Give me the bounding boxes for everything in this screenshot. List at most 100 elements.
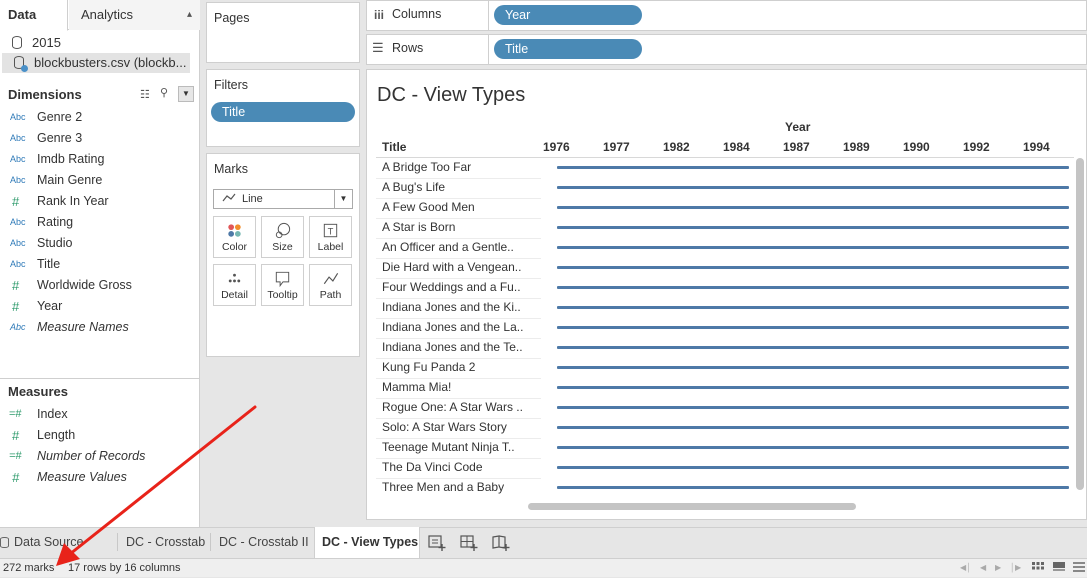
line-mark[interactable]	[557, 346, 1069, 349]
row-header-title[interactable]: The Da Vinci Code	[382, 460, 542, 474]
mark-type-dropdown[interactable]: Line ▼	[213, 189, 353, 209]
dimension-field[interactable]: # Rank In Year	[0, 191, 198, 212]
columns-shelf[interactable]	[366, 0, 1087, 31]
line-mark[interactable]	[557, 366, 1069, 369]
row-header-title[interactable]: Indiana Jones and the La..	[382, 320, 542, 334]
pages-card[interactable]: Pages	[206, 2, 360, 63]
first-page-icon[interactable]: ◀│	[960, 563, 971, 572]
tooltip-icon	[275, 271, 290, 288]
numeric-type-icon: #	[12, 428, 20, 443]
marks-color-button[interactable]: Color	[213, 216, 256, 258]
horizontal-scrollbar[interactable]	[528, 503, 856, 510]
divider	[376, 278, 541, 279]
line-mark[interactable]	[557, 166, 1069, 169]
prev-page-icon[interactable]: ◀	[980, 563, 986, 572]
row-header-title[interactable]: Die Hard with a Vengean..	[382, 260, 542, 274]
line-mark[interactable]	[557, 246, 1069, 249]
line-mark[interactable]	[557, 466, 1069, 469]
search-icon[interactable]: ⚲	[160, 86, 168, 99]
row-header-title[interactable]: A Few Good Men	[382, 200, 542, 214]
rows-pill-title[interactable]: Title	[494, 39, 642, 59]
tab-data-source[interactable]: Data Source	[0, 527, 115, 558]
dimension-field[interactable]: Abc Studio	[0, 233, 198, 254]
tab-dc-crosstab-ii[interactable]: DC - Crosstab II	[219, 527, 309, 558]
vertical-scrollbar[interactable]	[1076, 158, 1084, 490]
marks-label-label: Label	[317, 241, 344, 253]
year-column-header: 1987	[783, 140, 810, 154]
tab-analytics[interactable]: Analytics ▴	[69, 0, 200, 30]
field-label: Studio	[37, 236, 73, 250]
measure-field[interactable]: =# Index	[0, 404, 198, 425]
line-mark-icon	[222, 193, 236, 202]
new-story-icon[interactable]	[492, 534, 510, 552]
filmstrip-view-icon[interactable]	[1053, 562, 1065, 572]
line-mark[interactable]	[557, 446, 1069, 449]
row-header-title[interactable]: Mamma Mia!	[382, 380, 542, 394]
row-header-title[interactable]: A Star is Born	[382, 220, 542, 234]
dimension-field[interactable]: Abc Title	[0, 254, 198, 275]
row-header-title[interactable]: Kung Fu Panda 2	[382, 360, 542, 374]
dimension-field[interactable]: Abc Genre 3	[0, 128, 198, 149]
field-label: Main Genre	[37, 173, 103, 187]
marks-size-button[interactable]: Size	[261, 216, 304, 258]
line-mark[interactable]	[557, 406, 1069, 409]
line-mark[interactable]	[557, 186, 1069, 189]
menu-dropdown-icon[interactable]: ▼	[178, 86, 194, 102]
dimension-field[interactable]: Abc Measure Names	[0, 317, 198, 338]
line-mark[interactable]	[557, 226, 1069, 229]
row-header-title[interactable]: Indiana Jones and the Te..	[382, 340, 542, 354]
line-mark[interactable]	[557, 326, 1069, 329]
datasource-2015[interactable]: 2015	[0, 33, 188, 53]
field-label: Year	[37, 299, 63, 313]
grid-view-icon[interactable]	[1032, 562, 1044, 572]
measure-field[interactable]: # Length	[0, 425, 198, 446]
new-worksheet-icon[interactable]	[428, 534, 446, 552]
line-mark[interactable]	[557, 266, 1069, 269]
tab-dc-view-types[interactable]: DC - View Types	[314, 527, 420, 558]
list-view-icon[interactable]: ☷	[140, 88, 150, 101]
row-header-title[interactable]: Four Weddings and a Fu..	[382, 280, 542, 294]
line-mark[interactable]	[557, 386, 1069, 389]
pane-tabs: Data Analytics ▴	[0, 0, 200, 31]
row-header-title[interactable]: Teenage Mutant Ninja T..	[382, 440, 542, 454]
datasource-blockbusters[interactable]: blockbusters.csv (blockb...	[2, 53, 190, 73]
divider	[488, 34, 489, 65]
row-header-title[interactable]: A Bug's Life	[382, 180, 542, 194]
last-page-icon[interactable]: │▶	[1010, 563, 1021, 572]
new-dashboard-icon[interactable]	[460, 534, 478, 552]
marks-detail-button[interactable]: Detail	[213, 264, 256, 306]
divider	[376, 238, 541, 239]
dimension-field[interactable]: Abc Genre 2	[0, 107, 198, 128]
measure-field[interactable]: # Measure Values	[0, 467, 198, 488]
rows-shelf[interactable]	[366, 34, 1087, 65]
row-header-title[interactable]: Three Men and a Baby	[382, 480, 542, 494]
dimension-field[interactable]: Abc Main Genre	[0, 170, 198, 191]
columns-pill-year[interactable]: Year	[494, 5, 642, 25]
dimension-field[interactable]: # Year	[0, 296, 198, 317]
row-header-title[interactable]: Rogue One: A Star Wars ..	[382, 400, 542, 414]
filter-pill-title[interactable]: Title	[211, 102, 355, 122]
dimension-field[interactable]: Abc Rating	[0, 212, 198, 233]
dimension-field[interactable]: # Worldwide Gross	[0, 275, 198, 296]
line-mark[interactable]	[557, 426, 1069, 429]
row-header-title[interactable]: Indiana Jones and the Ki..	[382, 300, 542, 314]
marks-path-button[interactable]: Path	[309, 264, 352, 306]
status-dimensions: 17 rows by 16 columns	[68, 562, 181, 574]
line-mark[interactable]	[557, 306, 1069, 309]
line-mark[interactable]	[557, 486, 1069, 489]
tab-dc-crosstab[interactable]: DC - Crosstab	[126, 527, 205, 558]
marks-label-button[interactable]: T Label	[309, 216, 352, 258]
line-mark[interactable]	[557, 286, 1069, 289]
row-header-title[interactable]: An Officer and a Gentle..	[382, 240, 542, 254]
dimension-field[interactable]: Abc Imdb Rating	[0, 149, 198, 170]
filters-title: Filters	[214, 78, 249, 92]
list-view-icon[interactable]	[1073, 562, 1085, 572]
row-header-title[interactable]: A Bridge Too Far	[382, 160, 542, 174]
row-header-title[interactable]: Solo: A Star Wars Story	[382, 420, 542, 434]
measure-field[interactable]: =# Number of Records	[0, 446, 198, 467]
line-mark[interactable]	[557, 206, 1069, 209]
marks-size-label: Size	[272, 241, 293, 253]
tab-data[interactable]: Data	[0, 0, 68, 31]
next-page-icon[interactable]: ▶	[995, 563, 1001, 572]
marks-tooltip-button[interactable]: Tooltip	[261, 264, 304, 306]
